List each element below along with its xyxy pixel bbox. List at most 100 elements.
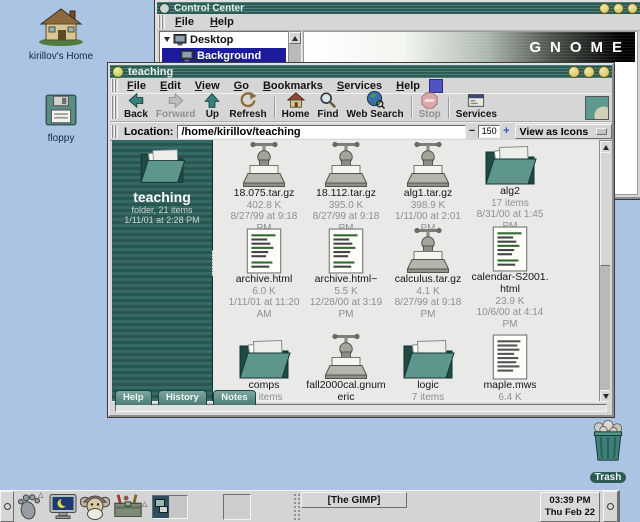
file-item[interactable]: archive.html~5.5 K12/28/00 at 3:19 PM (305, 226, 387, 320)
file-item[interactable]: fall2000cal.gnumeric4.9 K (305, 320, 387, 401)
panel-hide-left-button[interactable] (0, 491, 14, 522)
maximize-button[interactable] (583, 66, 595, 78)
menubar-grip[interactable] (111, 79, 118, 92)
sidebar-folder-date: 1/11/01 at 2:28 PM (112, 215, 212, 225)
close-button[interactable] (627, 3, 638, 14)
option-menu-icon (596, 128, 607, 135)
menu-view[interactable]: View (188, 79, 227, 93)
minimize-button[interactable] (568, 66, 580, 78)
desk-guide[interactable] (152, 495, 188, 519)
services-button[interactable]: Services (452, 94, 501, 121)
file-manager-toolbar: Back Forward Up Refresh Home Find (110, 93, 612, 122)
file-item[interactable]: alg1.tar.gz398.9 K1/11/00 at 2:01 PM (387, 140, 469, 226)
gnome-face-icon (80, 493, 110, 521)
screen-moon-icon (48, 493, 78, 520)
menu-edit[interactable]: Edit (153, 79, 188, 93)
control-center-titlebar[interactable]: Control Center (157, 2, 640, 14)
sidebar-folder-name: teaching (112, 189, 212, 205)
folder-icon (236, 334, 292, 380)
tab-notes[interactable]: Notes (213, 390, 255, 405)
desktop-icon-home[interactable]: kirillov's Home (26, 6, 96, 62)
file-item[interactable]: calculus.tar.gz4.1 K8/27/99 at 9:18 PM (387, 226, 469, 320)
control-center-launcher[interactable] (112, 493, 144, 522)
scroll-down-button[interactable] (600, 390, 610, 401)
gnome-help-launcher[interactable] (80, 493, 110, 522)
menu-help[interactable]: Help (202, 15, 242, 29)
trash-icon (589, 420, 627, 462)
stop-button[interactable]: Stop (415, 94, 445, 121)
zoom-out-icon[interactable]: − (466, 126, 478, 137)
file-item[interactable]: 18.075.tar.gz402.8 K8/27/99 at 9:18 PM (223, 140, 305, 226)
desktop-icon-floppy[interactable]: floppy (32, 92, 90, 144)
tab-help[interactable]: Help (115, 390, 152, 405)
back-button[interactable]: Back (120, 94, 152, 121)
zoom-level-field[interactable]: 150 (478, 125, 500, 138)
desktop-icon-trash[interactable]: Trash (582, 420, 634, 485)
sidebar-folder-meta: folder, 21 items (112, 205, 212, 215)
desk-guide-desktop[interactable] (169, 496, 187, 518)
text-file-icon (492, 334, 528, 380)
maximize-button[interactable] (613, 3, 624, 14)
file-manager-main: teaching folder, 21 items 1/11/01 at 2:2… (112, 140, 610, 401)
file-item[interactable]: calendar-S2001.html23.9 K10/6/00 at 4:14… (469, 226, 551, 320)
up-icon (204, 92, 221, 110)
screensaver-launcher[interactable] (48, 493, 78, 522)
menubar-grip[interactable] (158, 15, 165, 29)
up-button[interactable]: Up (199, 94, 225, 121)
home-folder-icon (37, 6, 85, 46)
gnome-banner: GNOME (304, 32, 635, 62)
scroll-up-button[interactable] (289, 32, 301, 44)
clock-time: 03:39 PM (549, 495, 590, 507)
floppy-icon (44, 92, 78, 128)
zoom-in-icon[interactable]: + (500, 126, 512, 137)
view-mode-select[interactable]: View as Icons (515, 124, 612, 139)
desk-guide-active-desktop[interactable] (153, 496, 169, 518)
tasklist-handle[interactable] (293, 493, 300, 520)
toolbar-grip[interactable] (111, 96, 118, 119)
clock-applet: 03:39 PM Thu Feb 22 (540, 492, 600, 522)
scrollbar-thumb[interactable] (600, 152, 610, 266)
tab-history[interactable]: History (158, 390, 207, 405)
menu-file[interactable]: File (120, 79, 153, 93)
panel-hide-right-button[interactable] (603, 491, 618, 522)
minimize-button[interactable] (599, 3, 610, 14)
file-item[interactable]: maple.mws6.4 K12/18/00 at 11:28 (469, 320, 551, 401)
sidebar-pane: teaching folder, 21 items 1/11/01 at 2:2… (112, 140, 213, 401)
web-search-icon (366, 90, 385, 109)
web-search-button[interactable]: Web Search (343, 94, 408, 121)
location-input[interactable] (177, 125, 465, 139)
open-folder-icon (134, 144, 190, 184)
monitor-icon (173, 34, 187, 46)
home-button[interactable]: Home (278, 94, 314, 121)
gnome-panel: △ △ [The GIMP] Control Center [ (0, 490, 620, 522)
folder-icon (482, 140, 538, 186)
menu-file[interactable]: File (167, 15, 202, 29)
menu-applet-icon[interactable] (429, 79, 443, 93)
forward-button[interactable]: Forward (152, 94, 199, 121)
refresh-button[interactable]: Refresh (225, 94, 270, 121)
window-menu-icon[interactable] (112, 66, 124, 78)
refresh-icon (239, 91, 257, 109)
window-menu-icon[interactable] (159, 3, 170, 14)
task-button-gimp[interactable]: [The GIMP] (301, 492, 407, 508)
html-file-icon (492, 226, 528, 272)
archive-icon (240, 140, 288, 188)
archive-icon (322, 140, 370, 188)
file-view-scrollbar[interactable] (599, 140, 610, 401)
tree-item-desktop[interactable]: Desktop (160, 32, 288, 47)
file-item[interactable]: 18.112.tar.gz395.0 K8/27/99 at 9:18 PM (305, 140, 387, 226)
file-item[interactable]: alg217 items8/31/00 at 1:45 PM (469, 140, 551, 226)
back-icon (127, 92, 145, 109)
file-item[interactable]: logic7 itemstoday at 2:55 PM (387, 320, 469, 401)
tree-expander-icon[interactable] (164, 37, 170, 42)
html-file-icon (246, 228, 282, 274)
menu-help[interactable]: Help (389, 79, 427, 93)
close-button[interactable] (598, 66, 610, 78)
find-button[interactable]: Find (313, 94, 342, 121)
file-item[interactable]: archive.html6.0 K1/11/01 at 11:20 AM (223, 226, 305, 320)
locationbar-grip[interactable] (111, 125, 118, 138)
home-icon (287, 91, 305, 109)
tree-item-background[interactable]: Background (162, 48, 286, 63)
file-manager-titlebar[interactable]: teaching (110, 65, 612, 78)
archive-icon (404, 226, 452, 274)
